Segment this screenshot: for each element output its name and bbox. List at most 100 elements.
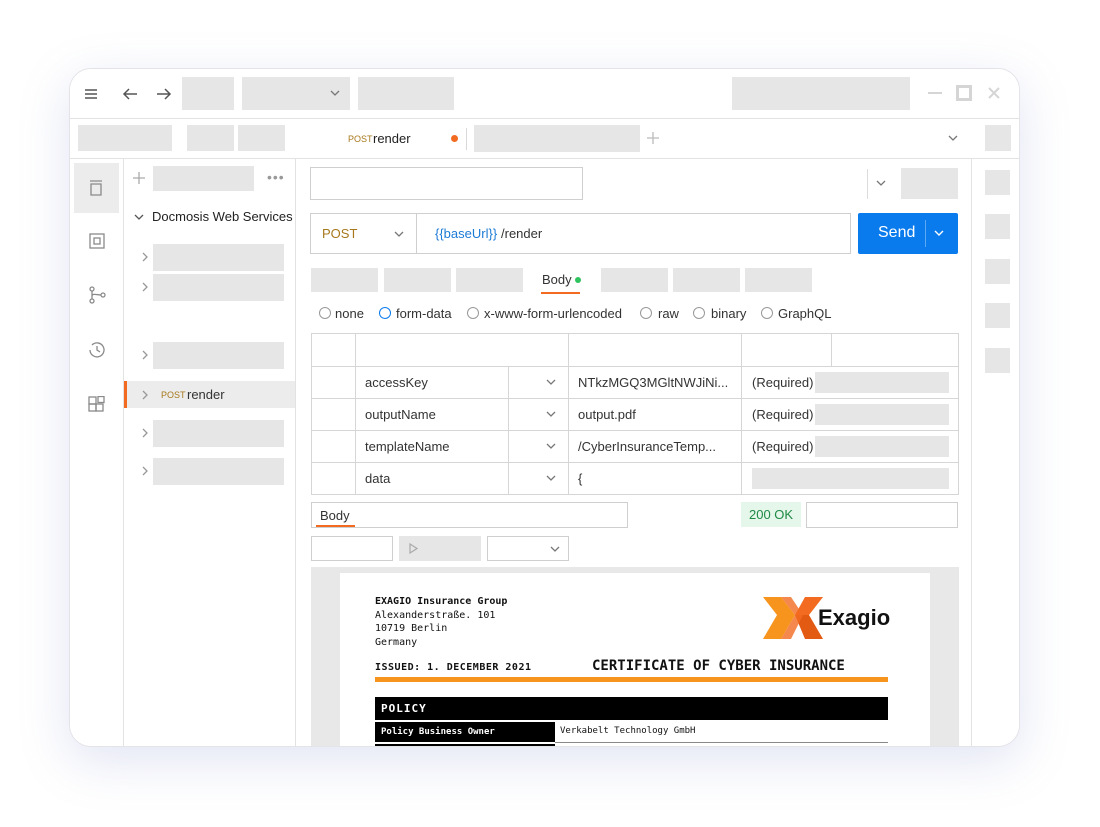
tab-params[interactable] bbox=[311, 268, 378, 292]
right-rail-button[interactable] bbox=[985, 170, 1010, 195]
tab-list-chevron-icon[interactable] bbox=[948, 135, 958, 142]
send-button[interactable]: Send bbox=[858, 213, 958, 254]
body-type-radio-group: none form-data x-www-form-urlencoded raw… bbox=[318, 305, 878, 323]
preview-button[interactable] bbox=[399, 536, 481, 561]
tab-authorization[interactable] bbox=[384, 268, 451, 292]
sidebar-item[interactable] bbox=[124, 241, 296, 273]
chevron-right-icon bbox=[142, 350, 148, 360]
sidebar-item-placeholder bbox=[153, 342, 284, 369]
response-tab-body[interactable]: Body bbox=[320, 508, 350, 523]
tab-secondary[interactable] bbox=[474, 125, 640, 152]
radio-graphql-label: GraphQL bbox=[778, 306, 832, 321]
maximize-icon[interactable] bbox=[956, 85, 972, 101]
row-description-cell[interactable] bbox=[742, 463, 959, 495]
environment-selector[interactable] bbox=[985, 125, 1011, 151]
back-arrow-icon[interactable] bbox=[122, 87, 138, 101]
param-value: { bbox=[578, 471, 583, 486]
param-key: data bbox=[365, 471, 391, 486]
row-key-cell[interactable]: accessKey bbox=[356, 367, 509, 399]
format-select[interactable] bbox=[487, 536, 569, 561]
row-key-cell[interactable]: templateName bbox=[356, 431, 509, 463]
param-description: (Required) bbox=[752, 439, 814, 454]
row-checkbox[interactable] bbox=[312, 399, 356, 431]
params-table: accessKey NTkzMGQ3MGltNWJiNi... (Require… bbox=[311, 333, 959, 495]
right-rail bbox=[971, 159, 1019, 746]
history-icon[interactable] bbox=[88, 341, 106, 359]
sidebar-item[interactable] bbox=[124, 417, 296, 449]
radio-urlencoded[interactable] bbox=[467, 307, 479, 319]
menu-icon[interactable] bbox=[84, 88, 98, 100]
row-type-select[interactable] bbox=[509, 463, 569, 495]
right-rail-button[interactable] bbox=[985, 348, 1010, 373]
url-input[interactable]: {{baseUrl}} /render bbox=[417, 214, 850, 253]
row-value-cell[interactable]: { bbox=[569, 463, 742, 495]
collection-name[interactable]: Docmosis Web Services bbox=[152, 209, 293, 224]
row-key-cell[interactable]: outputName bbox=[356, 399, 509, 431]
row-type-select[interactable] bbox=[509, 431, 569, 463]
company-street: Alexanderstraße. 101 bbox=[375, 609, 496, 621]
new-collection-button[interactable] bbox=[187, 125, 234, 151]
row-type-select[interactable] bbox=[509, 367, 569, 399]
right-rail-button[interactable] bbox=[985, 259, 1010, 284]
sidebar-item-render-active[interactable]: POST render bbox=[124, 381, 295, 408]
row-description-cell[interactable]: (Required) bbox=[742, 431, 959, 463]
method-chevron-icon bbox=[394, 231, 404, 237]
policy-row-label: Policy Business Owner bbox=[381, 727, 495, 737]
forward-arrow-icon[interactable] bbox=[156, 87, 172, 101]
minimize-icon[interactable] bbox=[928, 92, 942, 94]
radio-binary[interactable] bbox=[693, 307, 705, 319]
right-rail-button[interactable] bbox=[985, 214, 1010, 239]
radio-raw[interactable] bbox=[640, 307, 652, 319]
apis-icon[interactable] bbox=[89, 233, 105, 249]
policy-row-label-cell: Policy Business Owner bbox=[375, 722, 555, 742]
row-value-cell[interactable]: /CyberInsuranceTemp... bbox=[569, 431, 742, 463]
git-branch-icon[interactable] bbox=[89, 286, 106, 304]
more-options-icon[interactable]: ••• bbox=[267, 169, 285, 185]
response-tab-underline bbox=[316, 525, 355, 527]
tab-tests[interactable] bbox=[673, 268, 740, 292]
new-tab-plus-icon[interactable] bbox=[647, 132, 659, 144]
chevron-down-icon bbox=[550, 546, 560, 552]
row-description-cell[interactable]: (Required) bbox=[742, 367, 959, 399]
sidebar-item[interactable] bbox=[124, 271, 296, 303]
request-name-input[interactable] bbox=[310, 167, 583, 200]
tab-headers[interactable] bbox=[456, 268, 523, 292]
tab-post-render[interactable]: POST render bbox=[340, 119, 465, 158]
radio-graphql[interactable] bbox=[761, 307, 773, 319]
tab-settings[interactable] bbox=[745, 268, 812, 292]
invite-button[interactable] bbox=[358, 77, 454, 110]
row-key-cell[interactable]: data bbox=[356, 463, 509, 495]
row-description-cell[interactable]: (Required) bbox=[742, 399, 959, 431]
method-select[interactable]: POST bbox=[311, 214, 417, 253]
policy-row-value: Verkabelt Technology GmbH bbox=[560, 726, 696, 736]
tab-pre-request[interactable] bbox=[601, 268, 668, 292]
environment-chevron-icon[interactable] bbox=[876, 180, 886, 187]
close-icon[interactable] bbox=[988, 87, 1000, 99]
add-collection-plus-icon[interactable] bbox=[133, 172, 145, 184]
company-country: Germany bbox=[375, 636, 418, 648]
radio-none[interactable] bbox=[319, 307, 331, 319]
tab-body[interactable]: Body bbox=[537, 268, 587, 295]
import-button[interactable] bbox=[238, 125, 285, 151]
search-bar[interactable] bbox=[732, 77, 910, 110]
save-button[interactable] bbox=[901, 168, 958, 199]
collection-chevron-down-icon[interactable] bbox=[134, 214, 144, 221]
widgets-icon[interactable] bbox=[88, 396, 106, 414]
view-mode-select[interactable] bbox=[311, 536, 393, 561]
sidebar-item[interactable] bbox=[124, 455, 296, 487]
sidebar-item[interactable] bbox=[124, 339, 296, 371]
stage: POST render ••• Docmosis Web Services PO… bbox=[0, 0, 1100, 827]
right-rail-button[interactable] bbox=[985, 303, 1010, 328]
row-checkbox[interactable] bbox=[312, 431, 356, 463]
row-value-cell[interactable]: output.pdf bbox=[569, 399, 742, 431]
new-button[interactable] bbox=[182, 77, 234, 110]
row-value-cell[interactable]: NTkzMGQ3MGltNWJiNi... bbox=[569, 367, 742, 399]
row-type-select[interactable] bbox=[509, 399, 569, 431]
save-response-box[interactable] bbox=[806, 502, 958, 528]
scratch-pad-button[interactable] bbox=[78, 125, 172, 151]
row-checkbox[interactable] bbox=[312, 463, 356, 495]
row-checkbox[interactable] bbox=[312, 367, 356, 399]
radio-form-data[interactable] bbox=[379, 307, 391, 319]
send-chevron-icon[interactable] bbox=[934, 230, 944, 237]
sidebar-search[interactable] bbox=[153, 166, 254, 191]
